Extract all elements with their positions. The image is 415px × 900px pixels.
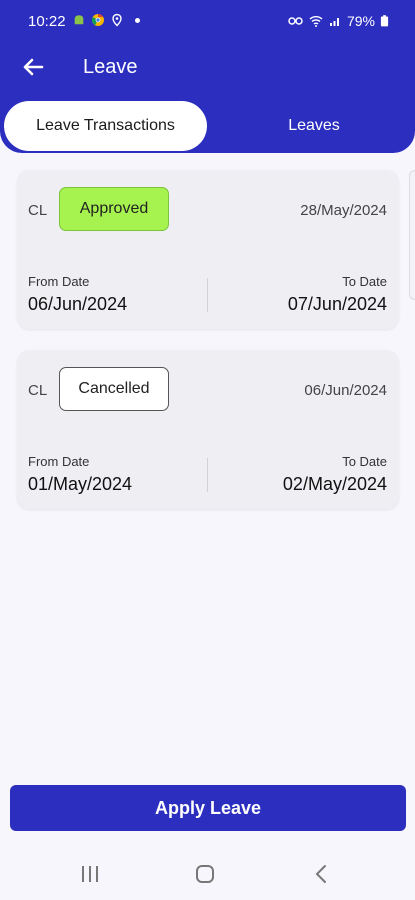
battery-percent: 79% bbox=[346, 13, 375, 29]
leave-type: CL bbox=[28, 202, 48, 219]
to-date-label: To Date bbox=[342, 274, 387, 289]
from-date-label: From Date bbox=[28, 274, 90, 289]
android-icon bbox=[74, 15, 84, 25]
from-date-value: 01/May/2024 bbox=[28, 474, 133, 494]
to-date-value: 07/Jun/2024 bbox=[287, 294, 387, 314]
location-icon bbox=[112, 13, 122, 27]
status-icons-right: 79% bbox=[288, 13, 389, 29]
status-badge: Cancelled bbox=[59, 367, 169, 411]
tab-leave-transactions[interactable]: Leave Transactions bbox=[4, 101, 207, 151]
wifi-icon bbox=[309, 16, 323, 27]
page-title: Leave bbox=[83, 56, 138, 78]
recent-apps-icon[interactable] bbox=[80, 865, 100, 883]
from-date-label: From Date bbox=[28, 454, 90, 469]
battery-icon bbox=[380, 15, 389, 27]
offscreen-card-edge bbox=[409, 170, 415, 300]
notification-dot-icon bbox=[135, 17, 140, 23]
chrome-icon bbox=[91, 13, 104, 26]
nav-back-icon[interactable] bbox=[313, 864, 331, 884]
vpn-key-icon bbox=[288, 17, 303, 25]
status-badge: Approved bbox=[59, 187, 169, 231]
to-date-label: To Date bbox=[342, 454, 387, 469]
leave-type: CL bbox=[28, 382, 48, 399]
status-time: 10:22 bbox=[28, 13, 66, 30]
to-date-value: 02/May/2024 bbox=[282, 474, 387, 494]
tab-leaves[interactable]: Leaves bbox=[217, 101, 411, 151]
date-divider bbox=[207, 458, 208, 492]
system-nav-bar bbox=[0, 845, 415, 900]
arrow-left-icon[interactable] bbox=[20, 54, 46, 80]
apply-leave-button[interactable]: Apply Leave bbox=[10, 785, 406, 831]
home-icon[interactable] bbox=[195, 864, 215, 884]
app-header: 10:22 79% Leave Leave Transactions Leave… bbox=[0, 0, 415, 153]
from-date-value: 06/Jun/2024 bbox=[28, 294, 128, 314]
leave-transaction-card[interactable]: CL Approved 28/May/2024 From Date 06/Jun… bbox=[17, 170, 399, 329]
status-icons-left bbox=[72, 13, 140, 27]
tab-bar: Leave Transactions Leaves bbox=[2, 101, 413, 151]
leave-transaction-card[interactable]: CL Cancelled 06/Jun/2024 From Date 01/Ma… bbox=[17, 350, 399, 509]
applied-date: 06/Jun/2024 bbox=[304, 382, 387, 399]
applied-date: 28/May/2024 bbox=[300, 202, 387, 219]
signal-icon bbox=[329, 18, 339, 26]
date-divider bbox=[207, 278, 208, 312]
status-bar: 10:22 79% bbox=[0, 0, 415, 44]
